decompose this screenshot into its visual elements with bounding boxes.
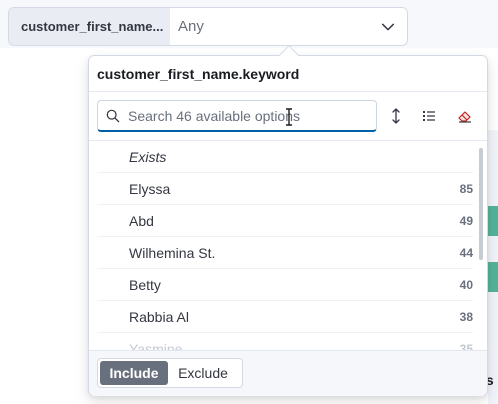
sort-icon (392, 108, 400, 124)
exclude-button[interactable]: Exclude (168, 361, 238, 385)
eraser-icon (458, 111, 471, 123)
list-item[interactable]: Wilhemina St. 44 (97, 237, 473, 269)
list-item[interactable]: Rabbia Al 38 (97, 301, 473, 333)
options-list: Exists Elyssa 85 Abd 49 Wilhemina St. 44… (89, 141, 487, 351)
option-label: Wilhemina St. (129, 244, 216, 261)
sort-button[interactable] (386, 106, 406, 126)
option-exists[interactable]: Exists (97, 141, 473, 173)
include-exclude-toggle: Include Exclude (97, 358, 243, 388)
option-label: Betty (129, 276, 161, 293)
clear-selections-button[interactable] (455, 106, 475, 126)
option-label: Elyssa (129, 180, 171, 197)
control-selected-value: Any (178, 18, 204, 35)
popover-footer: Include Exclude (89, 350, 487, 396)
option-count: 85 (459, 181, 473, 196)
option-label: Rabbia Al (129, 308, 189, 325)
option-count: 49 (459, 213, 473, 228)
options-list-control[interactable]: customer_first_name... Any (8, 7, 408, 46)
options-popover: customer_first_name.keyword Search 46 av… (88, 45, 488, 396)
search-icon (106, 109, 120, 123)
divider (89, 91, 487, 92)
dashboard-stage: is customer_first_name... Any customer_f… (0, 0, 498, 404)
control-dropdown-button[interactable]: Any (170, 8, 407, 45)
search-input[interactable]: Search 46 available options (97, 100, 377, 132)
option-count: 38 (459, 309, 473, 324)
option-label: Exists (129, 148, 167, 165)
control-field-label: customer_first_name... (9, 8, 170, 45)
list-item[interactable]: Elyssa 85 (97, 173, 473, 205)
list-scrollbar[interactable] (479, 148, 483, 260)
search-placeholder: Search 46 available options (128, 107, 301, 124)
option-count: 44 (459, 245, 473, 260)
option-label: Abd (129, 212, 154, 229)
list-icon (423, 111, 435, 121)
list-item[interactable]: Abd 49 (97, 205, 473, 237)
list-item[interactable]: Betty 40 (97, 269, 473, 301)
show-selected-button[interactable] (419, 106, 439, 126)
popover-title: customer_first_name.keyword (97, 66, 300, 82)
chevron-down-icon (381, 23, 395, 30)
list-item[interactable]: Yasmine 35 (97, 333, 473, 352)
text-cursor-icon (286, 108, 292, 126)
include-button[interactable]: Include (100, 361, 168, 385)
option-count: 40 (459, 277, 473, 292)
